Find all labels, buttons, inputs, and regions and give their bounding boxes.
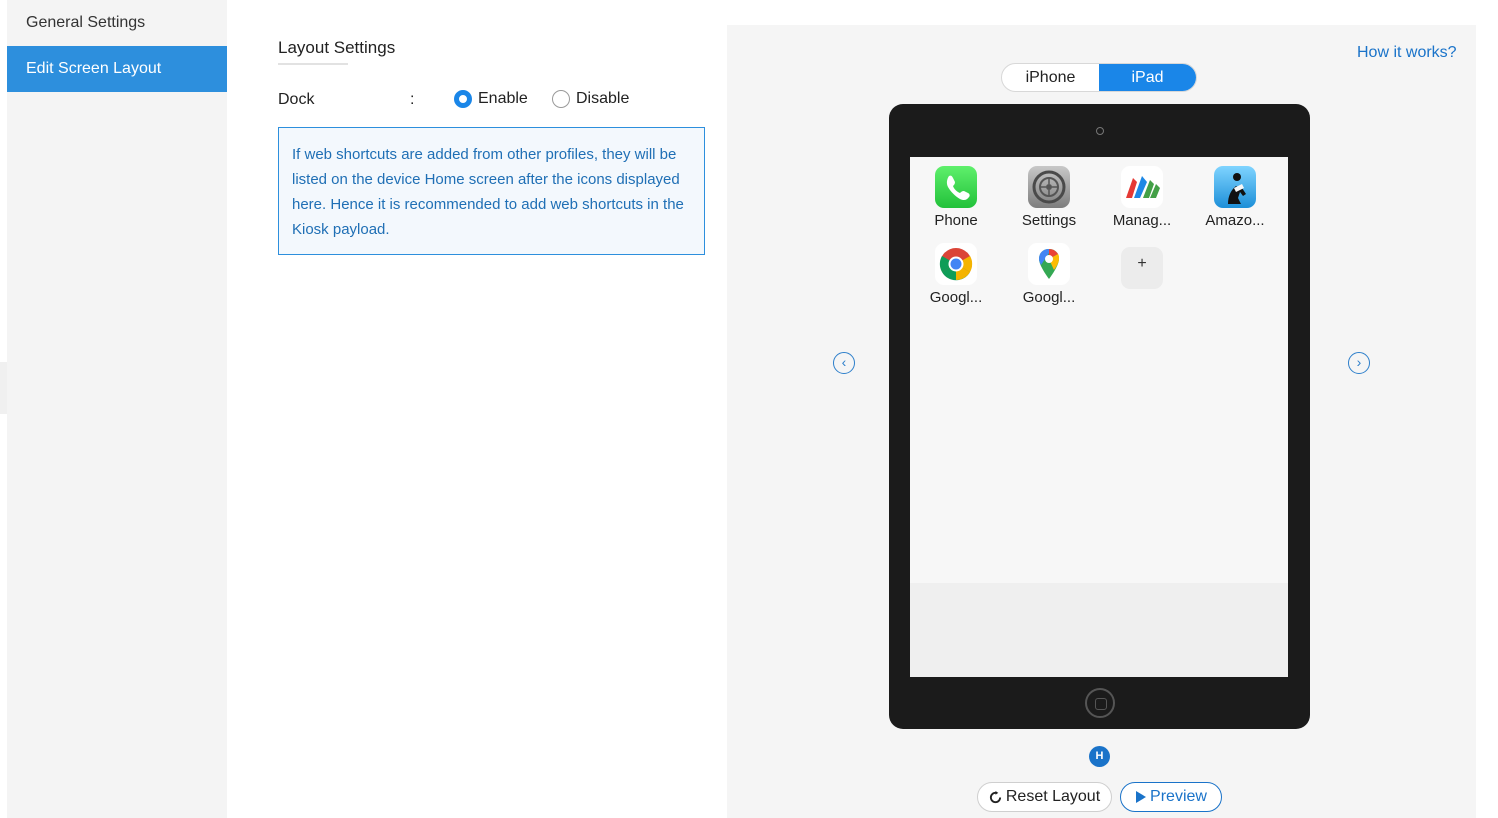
preview-button[interactable]: Preview bbox=[1120, 782, 1222, 812]
title-underline bbox=[278, 63, 348, 65]
how-it-works-link[interactable]: How it works? bbox=[1357, 44, 1457, 62]
app-tile-manage[interactable]: Manag... bbox=[1097, 166, 1187, 229]
chevron-left-icon[interactable]: ‹ bbox=[833, 352, 855, 374]
app-label-phone: Phone bbox=[934, 212, 978, 229]
info-message-text: If web shortcuts are added from other pr… bbox=[292, 146, 684, 238]
kindle-icon bbox=[1214, 166, 1256, 208]
layout-settings-title: Layout Settings bbox=[278, 38, 396, 57]
app-label-chrome: Googl... bbox=[929, 289, 983, 306]
radio-unchecked-icon bbox=[552, 90, 570, 108]
app-label-amazon: Amazo... bbox=[1205, 212, 1265, 229]
camera-icon bbox=[1096, 127, 1104, 135]
toggle-iphone[interactable]: iPhone bbox=[1002, 64, 1099, 91]
chevron-right-icon[interactable]: › bbox=[1348, 352, 1370, 374]
plus-icon: + bbox=[1121, 247, 1163, 289]
app-tile-phone[interactable]: Phone bbox=[911, 166, 1001, 229]
chrome-icon bbox=[935, 243, 977, 285]
reset-layout-label: Reset Layout bbox=[1005, 788, 1101, 805]
sidebar-item-edit-screen-layout[interactable]: Edit Screen Layout bbox=[7, 46, 227, 92]
google-maps-icon bbox=[1028, 243, 1070, 285]
dock-label: Dock bbox=[278, 91, 315, 108]
dock-disable-label: Disable bbox=[576, 90, 630, 107]
left-edge-handle bbox=[0, 362, 7, 414]
radio-checked-icon bbox=[454, 90, 472, 108]
app-label-maps: Googl... bbox=[1022, 289, 1076, 306]
dock-enable-label: Enable bbox=[478, 90, 528, 107]
dock-colon: : bbox=[410, 91, 415, 108]
app-tile-amazon-kindle[interactable]: Amazo... bbox=[1190, 166, 1280, 229]
settings-gear-icon bbox=[1028, 166, 1070, 208]
toggle-ipad[interactable]: iPad bbox=[1099, 64, 1196, 91]
preview-label: Preview bbox=[1150, 788, 1207, 805]
manageengine-icon bbox=[1121, 166, 1163, 208]
app-tile-google-maps[interactable]: Googl... bbox=[1004, 243, 1094, 306]
play-icon bbox=[1136, 791, 1147, 803]
device-toggle: iPhone iPad bbox=[1001, 63, 1197, 92]
app-tile-chrome[interactable]: Googl... bbox=[911, 243, 1001, 306]
reset-icon bbox=[989, 790, 1001, 803]
reset-layout-button[interactable]: Reset Layout bbox=[977, 782, 1112, 812]
page-indicator-home[interactable]: H bbox=[1089, 746, 1110, 767]
dock-disable-radio[interactable]: Disable bbox=[552, 90, 629, 108]
info-message-box: If web shortcuts are added from other pr… bbox=[278, 127, 705, 255]
ipad-dock-area[interactable] bbox=[910, 583, 1288, 677]
app-tile-settings[interactable]: Settings bbox=[1004, 166, 1094, 229]
sidebar: General Settings Edit Screen Layout bbox=[7, 0, 227, 818]
phone-icon bbox=[935, 166, 977, 208]
dock-enable-radio[interactable]: Enable bbox=[454, 90, 528, 108]
app-label-settings: Settings bbox=[1021, 212, 1077, 229]
home-button-icon bbox=[1085, 688, 1115, 718]
app-label-manage: Manag... bbox=[1112, 212, 1172, 229]
add-app-button[interactable]: + bbox=[1097, 247, 1187, 293]
sidebar-item-general-settings[interactable]: General Settings bbox=[7, 0, 227, 46]
